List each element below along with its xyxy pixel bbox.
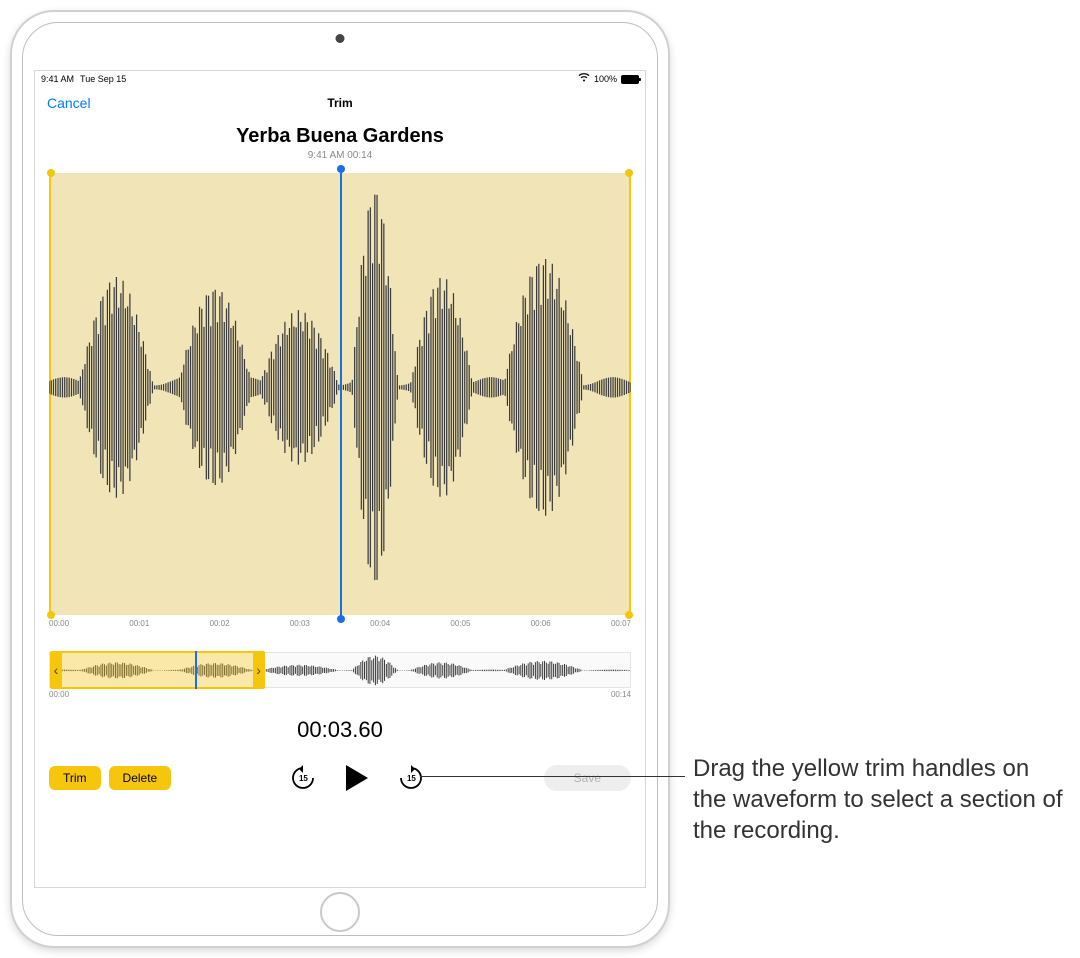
trim-button[interactable]: Trim bbox=[49, 766, 101, 790]
ruler-tick: 00:03 bbox=[290, 619, 310, 628]
ruler-tick: 00:04 bbox=[370, 619, 390, 628]
playback-controls: 15 15 bbox=[179, 763, 535, 793]
recording-subtitle: 9:41 AM 00:14 bbox=[35, 150, 645, 161]
playhead[interactable] bbox=[340, 169, 342, 619]
ipad-device-frame: 9:41 AM Tue Sep 15 100% Cancel Trim Yerb… bbox=[10, 10, 670, 948]
ruler-tick: 00:01 bbox=[129, 619, 149, 628]
trim-handle-bottom-right[interactable] bbox=[625, 611, 633, 619]
skip-forward-button[interactable]: 15 bbox=[398, 765, 424, 791]
wifi-icon bbox=[578, 73, 590, 85]
skip-back-label: 15 bbox=[299, 774, 308, 783]
overview-selection[interactable]: ‹ › bbox=[50, 651, 265, 689]
status-bar: 9:41 AM Tue Sep 15 100% bbox=[35, 71, 645, 87]
overview-end-time: 00:14 bbox=[611, 690, 631, 699]
status-time: 9:41 AM bbox=[41, 74, 74, 84]
overview-trim-handle-left[interactable]: ‹ bbox=[50, 651, 62, 689]
ruler-tick: 00:02 bbox=[210, 619, 230, 628]
waveform-overview[interactable]: ‹ › bbox=[49, 652, 631, 688]
waveform-main[interactable] bbox=[49, 173, 631, 615]
ruler-tick: 00:06 bbox=[531, 619, 551, 628]
overview-time-labels: 00:00 00:14 bbox=[49, 690, 631, 699]
trim-handle-bottom-left[interactable] bbox=[47, 611, 55, 619]
skip-back-button[interactable]: 15 bbox=[290, 765, 316, 791]
overview-start-time: 00:00 bbox=[49, 690, 69, 699]
status-date: Tue Sep 15 bbox=[80, 74, 126, 84]
controls-row: Trim Delete 15 15 Save bbox=[49, 763, 631, 793]
callout-text: Drag the yellow trim handles on the wave… bbox=[693, 753, 1063, 847]
cancel-button[interactable]: Cancel bbox=[47, 95, 91, 111]
battery-icon bbox=[621, 75, 639, 84]
battery-percent: 100% bbox=[594, 74, 617, 84]
recording-header: Yerba Buena Gardens 9:41 AM 00:14 bbox=[35, 125, 645, 161]
screen: 9:41 AM Tue Sep 15 100% Cancel Trim Yerb… bbox=[34, 70, 646, 888]
current-time-readout: 00:03.60 bbox=[35, 717, 645, 743]
skip-forward-label: 15 bbox=[407, 774, 416, 783]
recording-title: Yerba Buena Gardens bbox=[35, 125, 645, 148]
screen-title: Trim bbox=[327, 96, 352, 110]
overview-trim-handle-right[interactable]: › bbox=[253, 651, 265, 689]
overview-playhead[interactable] bbox=[195, 651, 197, 689]
save-button[interactable]: Save bbox=[544, 765, 631, 791]
ruler-tick: 00:07 bbox=[611, 619, 631, 628]
nav-bar: Cancel Trim bbox=[35, 87, 645, 119]
ruler-tick: 00:05 bbox=[450, 619, 470, 628]
delete-button[interactable]: Delete bbox=[109, 766, 172, 790]
play-button[interactable] bbox=[344, 763, 370, 793]
callout-leader-line bbox=[420, 776, 685, 777]
front-camera bbox=[336, 34, 345, 43]
ruler-tick: 00:00 bbox=[49, 619, 69, 628]
home-button[interactable] bbox=[320, 892, 360, 932]
